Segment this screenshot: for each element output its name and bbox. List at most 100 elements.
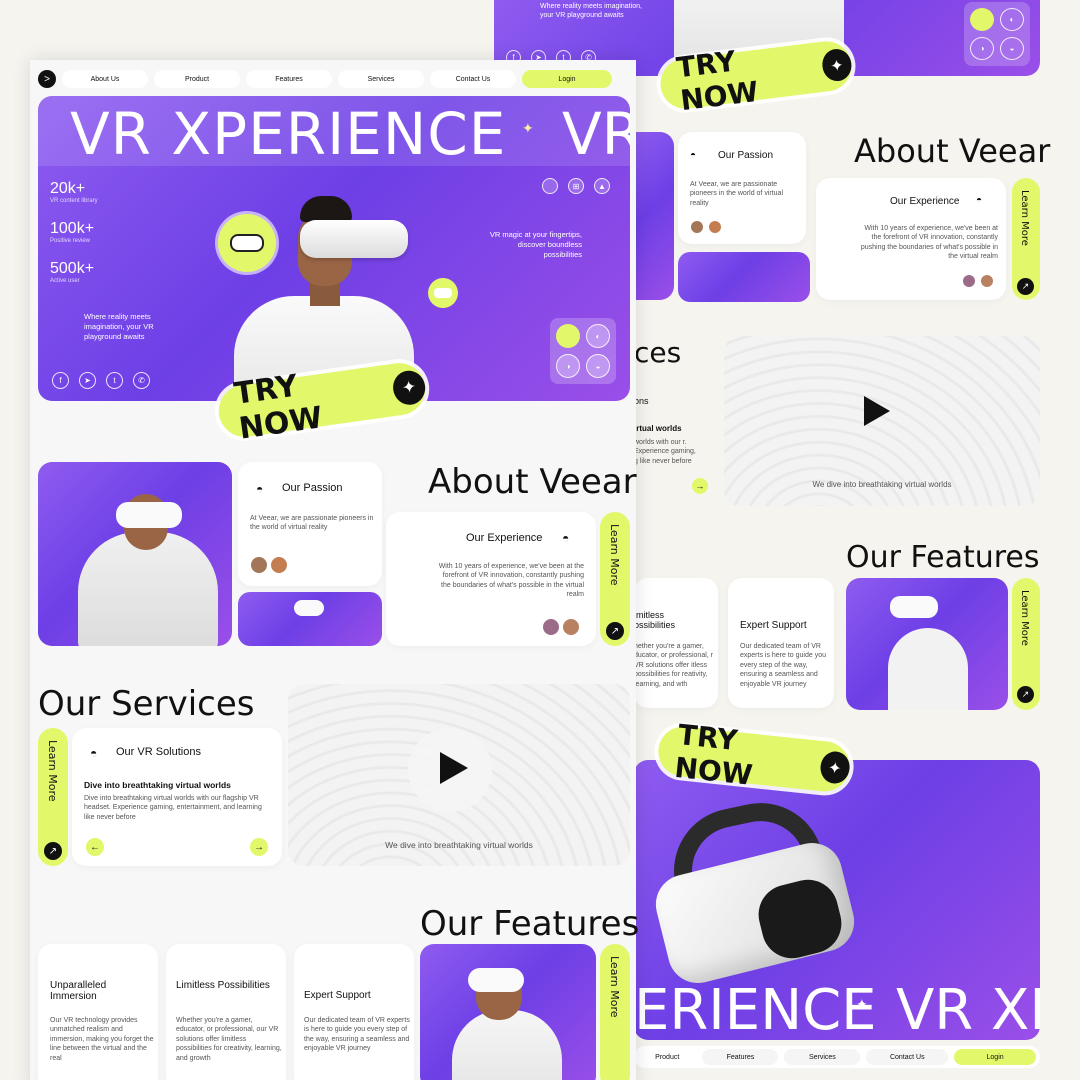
- social-icons: f ➤ t ✆: [52, 372, 150, 389]
- experience-card: Our Experience ◓ With 10 years of experi…: [386, 512, 596, 646]
- hero-panel: VR XPERIENCE ✦ VR 20k+ VR content librar…: [38, 96, 630, 401]
- login-button[interactable]: Login: [522, 70, 612, 88]
- feature-title: imitless ossibilities: [634, 610, 676, 630]
- windows-icon[interactable]: ⊞: [568, 178, 584, 194]
- back-learn-more-tab[interactable]: Learn More ↗: [1012, 178, 1040, 300]
- play-icon[interactable]: [440, 752, 468, 784]
- avatar[interactable]: [556, 324, 580, 348]
- feature-card-limitless: Limitless Possibilities Whether you're a…: [166, 944, 286, 1080]
- back-video-panel[interactable]: We dive into breathtaking virtual worlds: [724, 336, 1040, 506]
- android-icon[interactable]: ▲: [594, 178, 610, 194]
- back-bottom-nav: Product Features Services Contact Us Log…: [634, 1046, 1040, 1068]
- back-services-partial-subtitle: irtual worlds: [634, 424, 682, 433]
- feature-text: Our dedicated team of VR experts is here…: [304, 1017, 410, 1053]
- twitter-icon[interactable]: t: [106, 372, 123, 389]
- vr-icon[interactable]: ◒: [1000, 37, 1024, 60]
- vr-headset: [300, 220, 408, 258]
- back-services-partial-text: worlds with our r. Experience gaming, g …: [634, 439, 696, 465]
- nav-features[interactable]: Features: [702, 1049, 779, 1065]
- learn-more-label: Learn More: [1019, 590, 1030, 646]
- back-try-now-button[interactable]: TRY NOW ✦: [657, 38, 855, 117]
- feature-text: Whether you're a gamer, educator, or pro…: [176, 1017, 282, 1062]
- apple-icon[interactable]: [542, 178, 558, 194]
- passion-title: Our Passion: [282, 482, 343, 494]
- about-learn-more-tab[interactable]: Learn More ↗: [600, 512, 630, 646]
- nav-product[interactable]: Product: [638, 1049, 696, 1065]
- play-icon[interactable]: [864, 396, 890, 426]
- nav-services[interactable]: Services: [338, 70, 424, 88]
- vr-icon[interactable]: ◑: [970, 37, 994, 60]
- features-learn-more-tab[interactable]: Learn More: [600, 944, 630, 1080]
- feature-title: Limitless Possibilities: [176, 980, 270, 991]
- headset-bubble-right: [428, 278, 458, 308]
- next-arrow-button[interactable]: →: [250, 838, 268, 856]
- facebook-icon[interactable]: f: [52, 372, 69, 389]
- vr-headset-icon: ◓: [690, 150, 697, 161]
- feature-card-immersion: Unparalleled Immersion Our VR technology…: [38, 944, 158, 1080]
- person-silhouette: [888, 628, 968, 710]
- back-experience-card: Our Experience ◓ With 10 years of experi…: [816, 178, 1006, 300]
- back-features-image: [846, 578, 1008, 710]
- whatsapp-icon[interactable]: ✆: [133, 372, 150, 389]
- top-nav: > About Us Product Features Services Con…: [38, 68, 630, 90]
- arrow-icon: ↗: [1017, 278, 1034, 295]
- services-video-panel[interactable]: We dive into breathtaking virtual worlds: [288, 684, 630, 866]
- vr-headset-icon: ◓: [976, 195, 983, 206]
- avatar[interactable]: [970, 8, 994, 31]
- about-image: [38, 462, 232, 646]
- avatar: [542, 618, 560, 636]
- banner-text: ERIENCE: [634, 978, 877, 1043]
- try-now-label: TRY NOW: [672, 718, 755, 792]
- vr-headset-icon: ◓: [256, 482, 264, 496]
- back-services-partial-title: ces: [634, 336, 682, 369]
- nav-contact[interactable]: Contact Us: [430, 70, 516, 88]
- services-learn-more-tab[interactable]: Learn More ↗: [38, 728, 68, 866]
- stat-label: Positive review: [50, 238, 91, 244]
- avatar: [250, 556, 268, 574]
- experience-title: Our Experience: [466, 532, 543, 544]
- nav-contact[interactable]: Contact Us: [866, 1049, 949, 1065]
- passion-card: ◓ Our Passion At Veear, we are passionat…: [238, 462, 382, 586]
- avatar: [962, 274, 976, 288]
- experience-title: Our Experience: [890, 196, 960, 207]
- nav-services[interactable]: Services: [784, 1049, 861, 1065]
- login-button[interactable]: Login: [954, 1049, 1036, 1065]
- nav-about[interactable]: About Us: [62, 70, 148, 88]
- front-page: > About Us Product Features Services Con…: [30, 60, 639, 1080]
- vr-user-icon[interactable]: ◐: [586, 324, 610, 348]
- back-features-learn-more-tab[interactable]: Learn More ↗: [1012, 578, 1040, 710]
- stat-label: Active user: [50, 278, 80, 284]
- arrow-icon: ↗: [44, 842, 62, 860]
- services-title: Our Services: [38, 684, 255, 724]
- vr-icon[interactable]: ◐: [1000, 8, 1024, 31]
- feature-card-support: Expert Support Our dedicated team of VR …: [294, 944, 414, 1080]
- bottom-try-now-button[interactable]: TRY NOW ✦: [655, 718, 853, 794]
- avatar: [562, 618, 580, 636]
- hero-tagline-left: Where reality meets imagination, your VR…: [84, 312, 154, 342]
- hero-title-repeat: VR: [562, 100, 630, 168]
- telegram-icon[interactable]: ➤: [79, 372, 96, 389]
- back-hero-tagline: Where reality meets imagination, your VR…: [540, 3, 642, 20]
- about-title: About Veear: [428, 462, 637, 502]
- avatar: [270, 556, 288, 574]
- feature-text: hether you're a gamer, ducator, or profe…: [634, 643, 713, 688]
- arrow-icon: ↗: [1017, 686, 1034, 703]
- vr-user-icon[interactable]: ◒: [586, 354, 610, 378]
- features-image: [420, 944, 596, 1080]
- nav-features[interactable]: Features: [246, 70, 332, 88]
- passion-title: Our Passion: [718, 150, 774, 161]
- hero-title: VR XPERIENCE: [70, 100, 507, 168]
- nav-product[interactable]: Product: [154, 70, 240, 88]
- back-about-title: About Veear: [854, 132, 1051, 170]
- prev-arrow-button[interactable]: ←: [86, 838, 104, 856]
- avatar: [690, 220, 704, 234]
- vr-user-icon[interactable]: ◑: [556, 354, 580, 378]
- logo-icon[interactable]: >: [38, 70, 56, 88]
- passion-text: At Veear, we are passionate pioneers in …: [690, 181, 783, 207]
- next-arrow-button[interactable]: →: [692, 478, 708, 494]
- solutions-text: Dive into breathtaking virtual worlds wi…: [84, 795, 262, 821]
- learn-more-label: Learn More: [46, 740, 59, 802]
- stat-value: 20k+: [50, 180, 86, 197]
- feature-title: Unparalleled Immersion: [50, 980, 107, 1002]
- video-caption: We dive into breathtaking virtual worlds: [812, 480, 952, 489]
